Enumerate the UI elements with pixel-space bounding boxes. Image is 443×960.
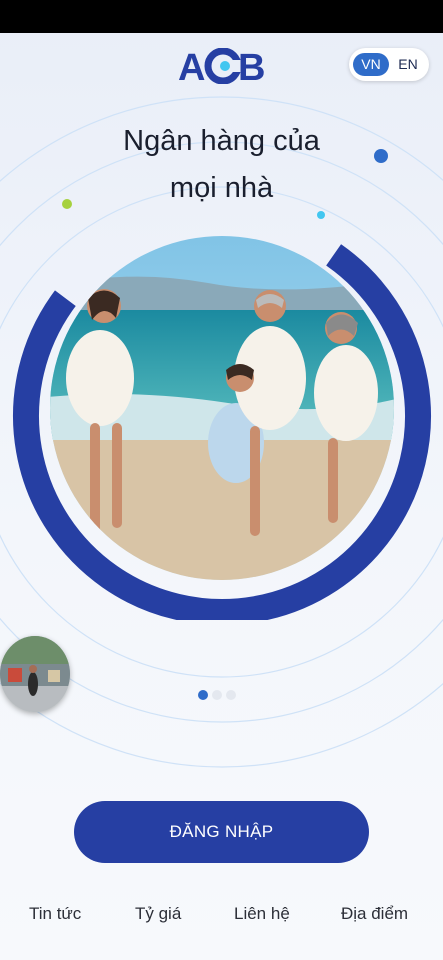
status-bar: [0, 0, 443, 33]
nav-item-news[interactable]: Tin tức: [29, 904, 81, 924]
acb-logo: A B: [178, 48, 266, 84]
hero-illustration: [8, 228, 436, 620]
login-button[interactable]: ĐĂNG NHẬP: [74, 801, 369, 863]
nav-item-contact[interactable]: Liên hệ: [234, 904, 290, 924]
headline-line-2: mọi nhà: [169, 172, 274, 204]
nav-item-exchange-rate[interactable]: Tỷ giá: [135, 904, 181, 924]
svg-text:A: A: [178, 48, 205, 84]
hero-headline: Ngân hàng của mọi nhà: [60, 118, 383, 212]
headline-line-1: Ngân hàng của: [123, 125, 320, 157]
carousel-dot-1[interactable]: [198, 690, 208, 700]
language-en[interactable]: EN: [391, 53, 425, 76]
carousel-dot-3[interactable]: [226, 690, 236, 700]
bottom-nav: Tin tức Tỷ giá Liên hệ Địa điểm: [0, 898, 443, 934]
carousel-dot-2[interactable]: [212, 690, 222, 700]
svg-text:B: B: [238, 48, 265, 84]
nav-item-location[interactable]: Địa điểm: [341, 904, 408, 924]
orbit-dot-cyan: [317, 211, 325, 219]
thumbnail-street-photo[interactable]: [0, 636, 70, 712]
language-vn[interactable]: VN: [353, 53, 389, 76]
language-toggle[interactable]: VN EN: [349, 48, 429, 81]
